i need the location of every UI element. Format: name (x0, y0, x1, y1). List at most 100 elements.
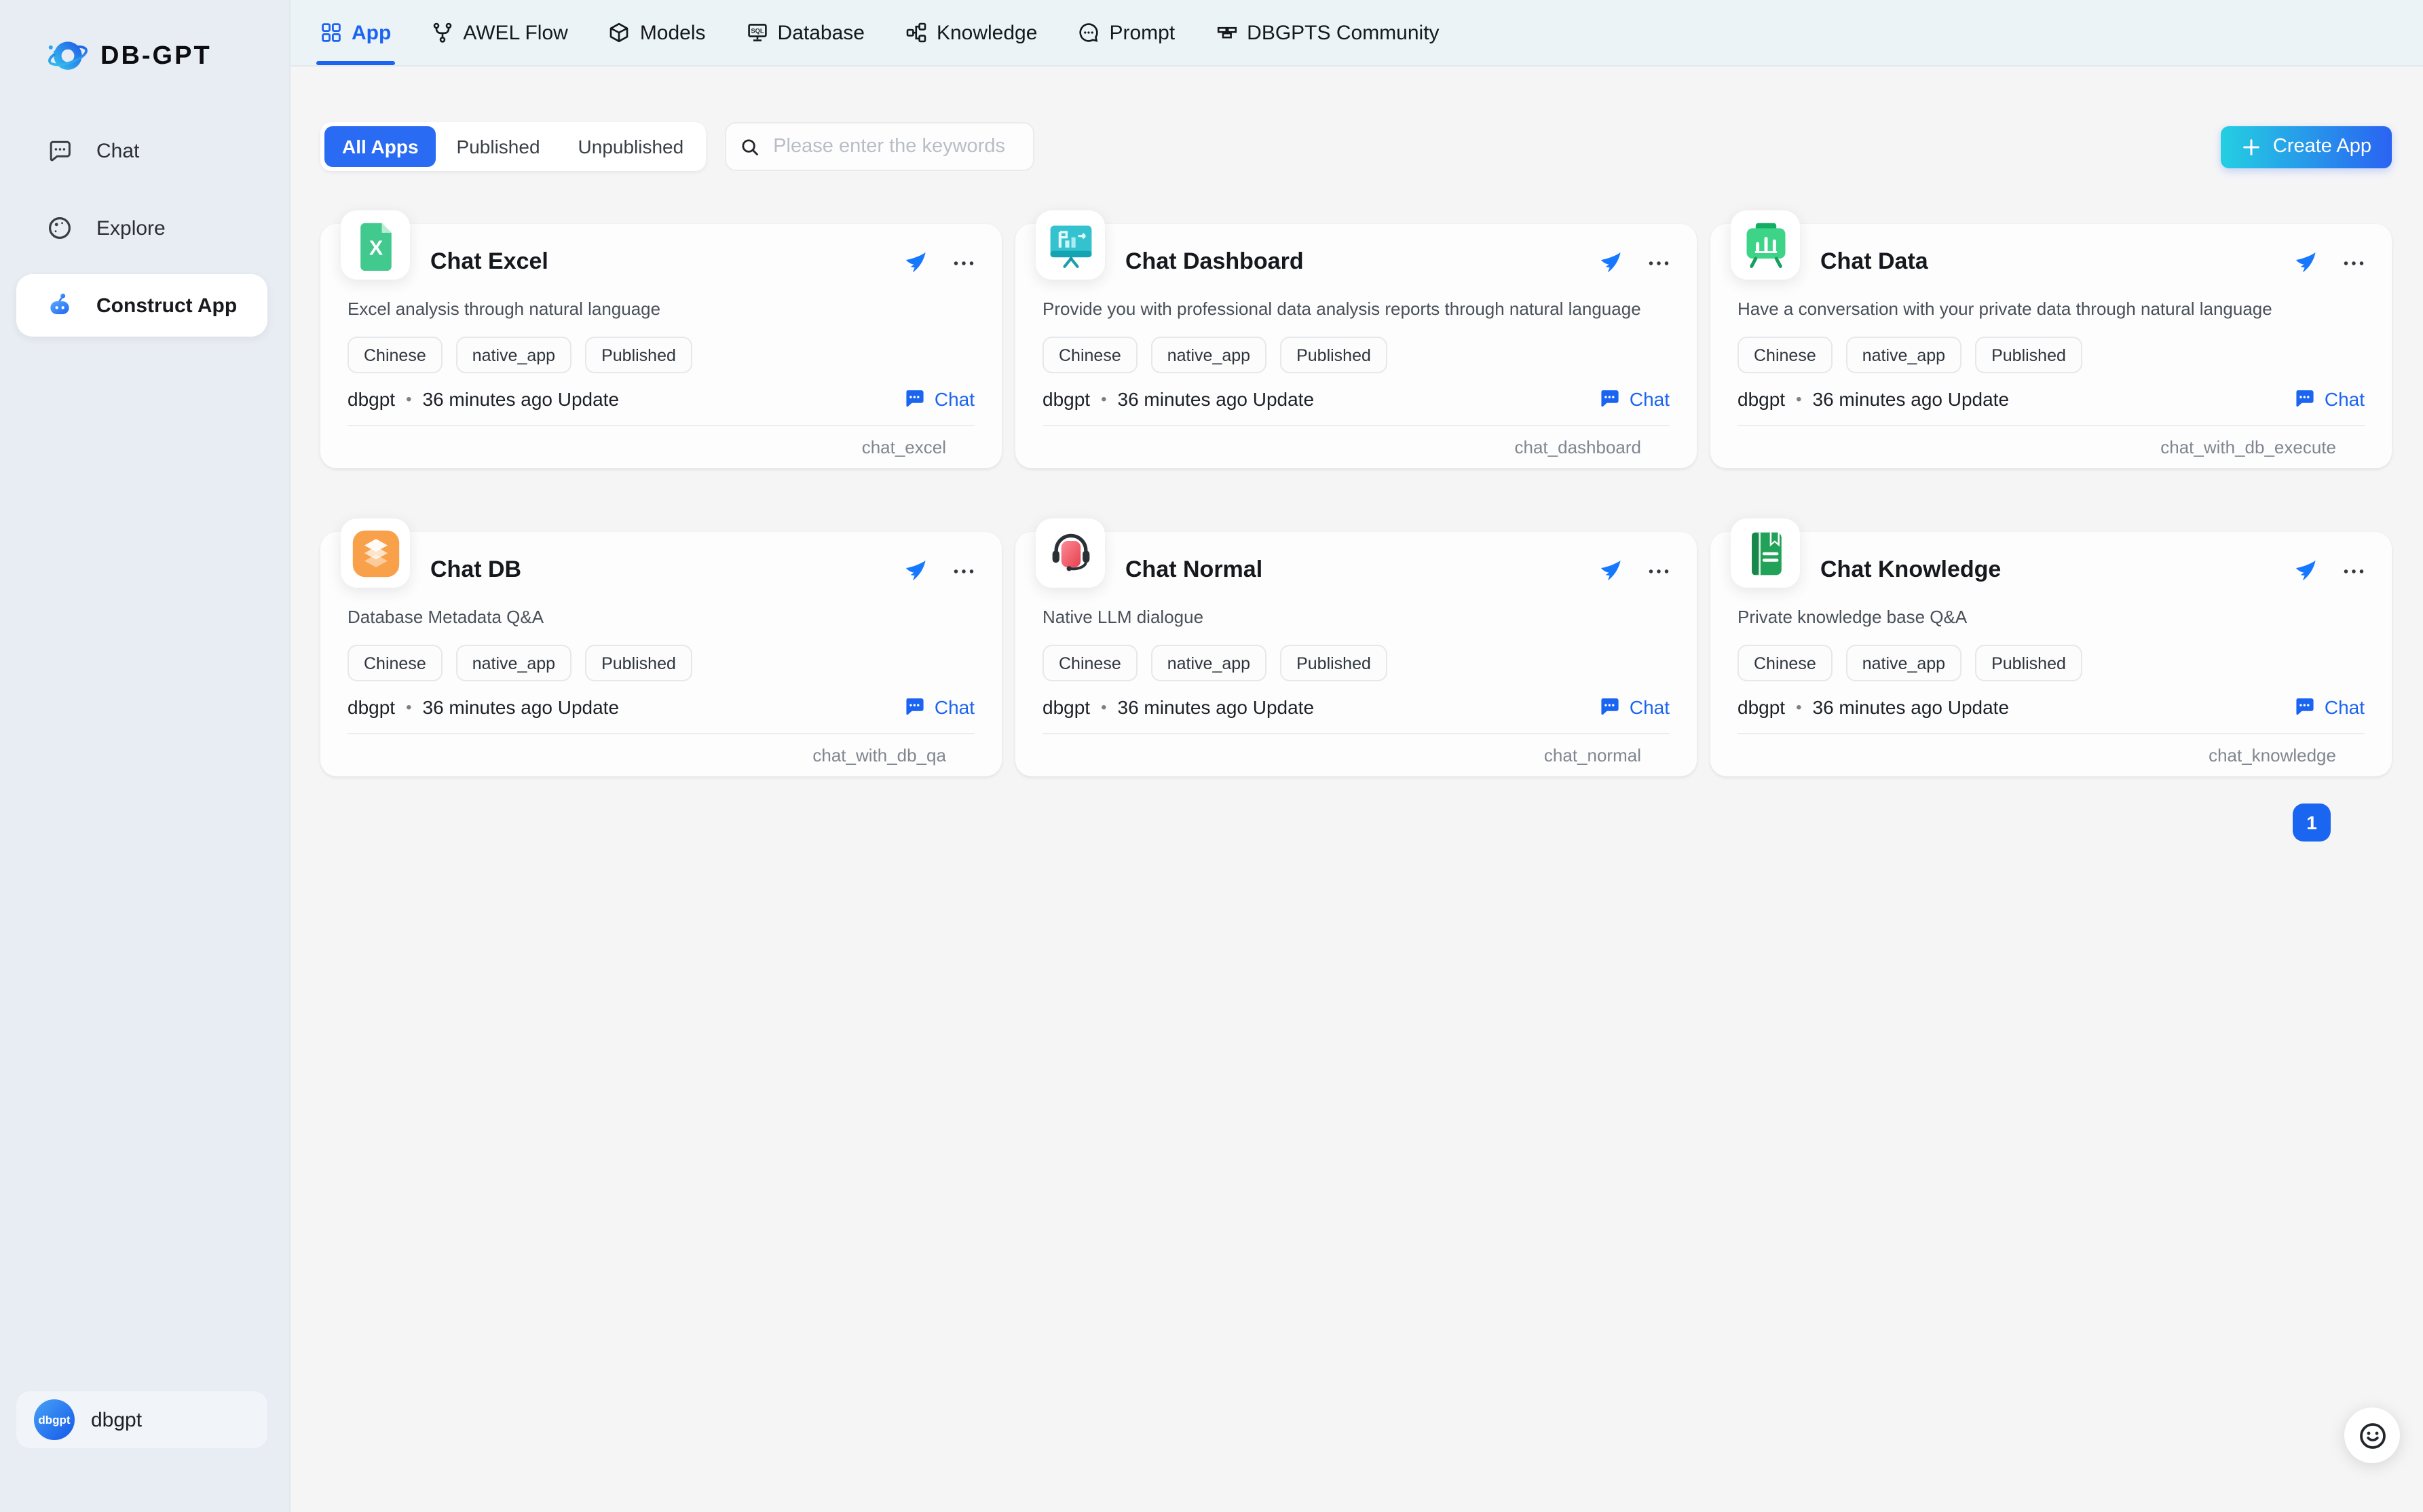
dingtalk-share-button[interactable] (1596, 556, 1623, 584)
tab-label: Models (640, 21, 706, 44)
tab-prompt[interactable]: Prompt (1078, 0, 1175, 65)
more-menu-button[interactable] (1645, 558, 1670, 582)
card-footer: chat_normal (1043, 734, 1670, 766)
theme-button[interactable] (54, 1469, 81, 1496)
card-header: Chat Data (1820, 224, 2365, 280)
app-description: Provide you with professional data analy… (1043, 299, 1670, 319)
top-nav-bar: App AWEL Flow Models SQLDatabase Knowledge Pr… (290, 0, 2423, 67)
dingtalk-share-button[interactable] (2291, 248, 2318, 276)
chat-bubble-filled-icon (903, 695, 926, 718)
prompt-bubble-icon (1078, 22, 1100, 43)
app-code-name: chat_with_db_qa (812, 745, 946, 766)
tab-dbgpts-community[interactable]: DBGPTS Community (1216, 0, 1439, 65)
tag-badge: Chinese (1738, 337, 1833, 373)
search-box[interactable] (724, 122, 1034, 171)
explore-planet-icon (46, 214, 73, 242)
chat-link[interactable]: Chat (1598, 387, 1670, 410)
ellipsis-icon (1645, 250, 1672, 277)
more-menu-button[interactable] (950, 558, 975, 582)
card-header: Chat Excel (430, 224, 975, 280)
dingtalk-share-button[interactable] (901, 556, 928, 584)
app-updated-time: 36 minutes ago Update (1118, 696, 1315, 717)
copy-code-button[interactable] (954, 745, 975, 766)
app-updated-time: 36 minutes ago Update (423, 696, 620, 717)
language-button[interactable] (130, 1469, 157, 1496)
dingtalk-share-button[interactable] (1596, 248, 1623, 276)
chat-link[interactable]: Chat (1598, 695, 1670, 718)
copy-code-button[interactable] (2344, 437, 2365, 457)
filter-published[interactable]: Published (439, 126, 558, 167)
app-icon-tile: X (341, 210, 410, 280)
sidebar-item-chat[interactable]: Chat (16, 119, 267, 182)
robot-icon (46, 292, 73, 319)
more-menu-button[interactable] (2340, 558, 2365, 582)
app-code-name: chat_knowledge (2209, 745, 2336, 766)
create-app-button[interactable]: Create App (2221, 126, 2392, 168)
app-icon-tile (341, 518, 410, 588)
copy-code-button[interactable] (2344, 745, 2365, 766)
app-updated-time: 36 minutes ago Update (1813, 696, 2010, 717)
search-input[interactable] (770, 134, 1019, 159)
chat-link[interactable]: Chat (2293, 695, 2365, 718)
filter-unpublished[interactable]: Unpublished (561, 126, 702, 167)
tab-knowledge[interactable]: Knowledge (905, 0, 1037, 65)
app-meta: dbgpt•36 minutes ago UpdateChat (1043, 695, 1670, 718)
pagination-page-1[interactable]: 1 (2293, 804, 2331, 842)
collapse-button[interactable] (205, 1469, 232, 1496)
tag-badge: native_app (1846, 645, 1961, 681)
app-tags: Chinesenative_appPublished (1738, 337, 2365, 373)
chat-bubble-filled-icon (1598, 695, 1621, 718)
card-header: Chat Normal (1125, 532, 1670, 588)
tab-database[interactable]: SQLDatabase (747, 0, 865, 65)
sidebar-item-explore[interactable]: Explore (16, 197, 267, 259)
more-menu-button[interactable] (950, 250, 975, 274)
tab-app[interactable]: App (320, 0, 391, 65)
sidebar-item-label: Chat (96, 139, 139, 162)
app-icon-tile (1036, 518, 1105, 588)
dingtalk-share-button[interactable] (901, 248, 928, 276)
pagination: 1 (320, 804, 2392, 842)
pagination-next-button[interactable] (2361, 812, 2381, 833)
app-title: Chat Dashboard (1125, 248, 1304, 276)
pagination-prev-button[interactable] (2242, 812, 2263, 833)
tag-badge: Chinese (348, 337, 443, 373)
ellipsis-icon (2340, 250, 2367, 277)
chat-bubble-filled-icon (2293, 387, 2316, 410)
tag-badge: Published (1280, 337, 1387, 373)
tag-badge: Published (585, 337, 692, 373)
sidebar-item-label: Explore (96, 216, 166, 240)
chat-link[interactable]: Chat (903, 695, 975, 718)
feedback-fab-button[interactable] (2344, 1407, 2400, 1463)
copy-code-button[interactable] (1649, 745, 1670, 766)
tile-db-icon (350, 527, 401, 579)
tile-dashboard-icon (1045, 219, 1096, 271)
sidebar-item-construct-app[interactable]: Construct App (16, 274, 267, 337)
tag-badge: Published (1975, 337, 2082, 373)
more-menu-button[interactable] (1645, 250, 1670, 274)
more-menu-button[interactable] (2340, 250, 2365, 274)
app-owner: dbgpt (1043, 388, 1090, 409)
tab-awel-flow[interactable]: AWEL Flow (432, 0, 567, 65)
dingtalk-icon (1596, 556, 1623, 584)
user-chip[interactable]: dbgpt dbgpt (16, 1391, 267, 1448)
copy-code-button[interactable] (954, 437, 975, 457)
tab-models[interactable]: Models (609, 0, 706, 65)
app-code-name: chat_with_db_execute (2160, 437, 2336, 457)
app-title: Chat Normal (1125, 556, 1262, 584)
filter-all[interactable]: All Apps (324, 126, 436, 167)
meta-separator: • (1101, 389, 1106, 408)
app-code-name: chat_dashboard (1515, 437, 1642, 457)
app-tags: Chinesenative_appPublished (348, 337, 975, 373)
app-description: Have a conversation with your private da… (1738, 299, 2365, 319)
top-tabs: App AWEL Flow Models SQLDatabase Knowledge Pr… (320, 0, 1440, 65)
tile-excel-icon: X (350, 219, 401, 271)
copy-code-button[interactable] (1649, 437, 1670, 457)
app-owner: dbgpt (1043, 696, 1090, 717)
tab-label: Knowledge (937, 21, 1037, 44)
chat-link[interactable]: Chat (2293, 387, 2365, 410)
app-description: Private knowledge base Q&A (1738, 607, 2365, 627)
card-footer: chat_dashboard (1043, 426, 1670, 457)
content: All AppsPublishedUnpublished Create App … (290, 67, 2423, 1512)
chat-link[interactable]: Chat (903, 387, 975, 410)
dingtalk-share-button[interactable] (2291, 556, 2318, 584)
